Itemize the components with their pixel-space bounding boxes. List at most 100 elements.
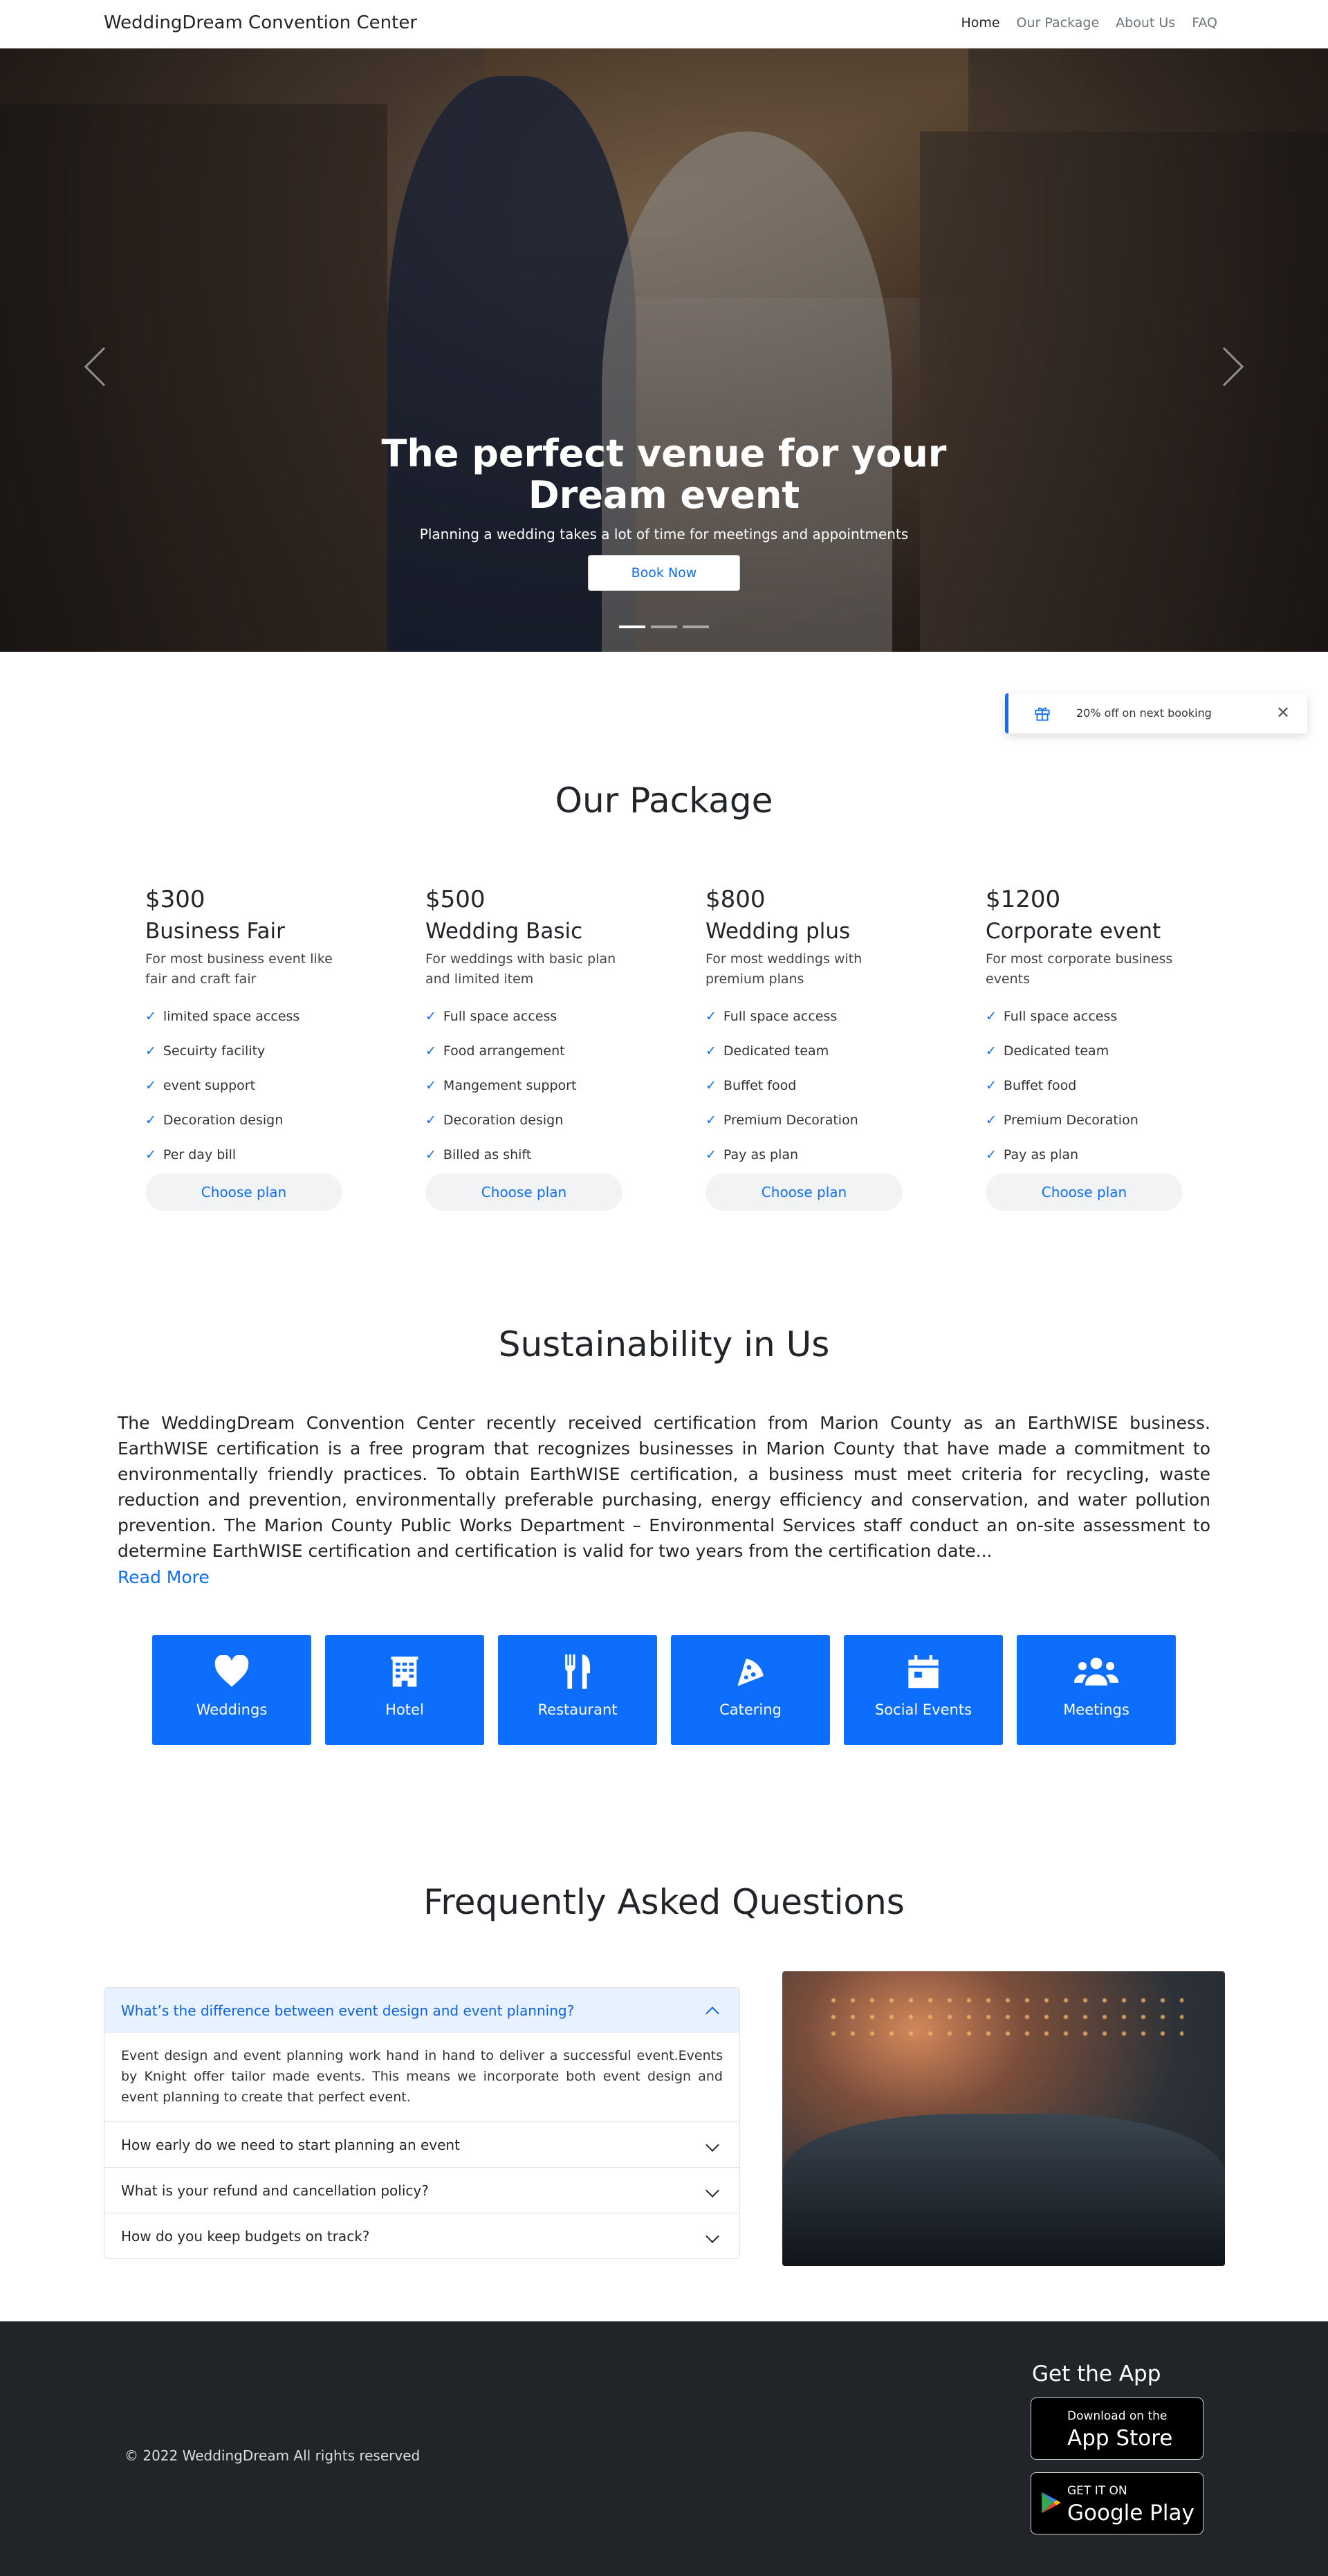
hero-caption: The perfect venue for your Dream event P… [0, 433, 1328, 591]
check-icon: ✓ [986, 1078, 997, 1093]
check-icon: ✓ [706, 1147, 717, 1162]
heart-icon [214, 1655, 249, 1687]
faq-question-button[interactable]: How early do we need to start planning a… [104, 2122, 739, 2167]
sustainability-text: The WeddingDream Convention Center recen… [118, 1413, 1210, 1561]
hero-title-line2: Dream event [528, 473, 800, 517]
check-icon: ✓ [706, 1009, 717, 1024]
check-icon: ✓ [145, 1147, 156, 1162]
package-name: Corporate event [986, 919, 1161, 944]
tile-hotel[interactable]: Hotel [325, 1635, 484, 1745]
choose-plan-button[interactable]: Choose plan [986, 1173, 1183, 1211]
chevron-down-icon [706, 2137, 719, 2152]
package-price: $300 [145, 886, 205, 913]
package-name: Business Fair [145, 919, 285, 944]
book-now-button[interactable]: Book Now [588, 555, 740, 591]
tile-restaurant[interactable]: Restaurant [498, 1635, 657, 1745]
nav-links: Home Our Package About Us FAQ [961, 15, 1217, 30]
navbar: WeddingDream Convention Center Home Our … [0, 0, 1328, 48]
feature-item: ✓ Decoration design [425, 1113, 564, 1128]
carousel-indicator-2[interactable] [651, 625, 677, 628]
faq-question: How do you keep budgets on track? [121, 2227, 370, 2245]
package-card-corporate-event: $1200 Corporate event For most corporate… [986, 886, 1193, 1211]
faq-item: How do you keep budgets on track? [104, 2213, 739, 2258]
tile-label: Hotel [385, 1701, 424, 1718]
google-play-icon [1042, 2492, 1061, 2513]
calendar-icon [908, 1655, 939, 1688]
nav-home[interactable]: Home [961, 15, 999, 30]
package-features: ✓ Full space access ✓ Dedicated team ✓ Buff… [986, 999, 1193, 1172]
feature-item: ✓ Dedicated team [706, 1043, 829, 1059]
utensils-icon [564, 1654, 590, 1689]
choose-plan-button[interactable]: Choose plan [706, 1173, 903, 1211]
feature-item: ✓ Pay as plan [986, 1147, 1079, 1162]
feature-item: ✓ event support [145, 1078, 256, 1093]
app-store-button[interactable]: Download on the App Store [1031, 2397, 1204, 2460]
package-desc: For most business event like fair and cr… [145, 951, 333, 987]
toast-message: 20% off on next booking [1076, 706, 1212, 720]
nav-faq[interactable]: FAQ [1192, 15, 1217, 30]
check-icon: ✓ [145, 1009, 156, 1024]
package-card-wedding-basic: $500 Wedding Basic For weddings with bas… [425, 886, 633, 1211]
crowd-silhouette [782, 2114, 1225, 2266]
choose-plan-button[interactable]: Choose plan [425, 1173, 622, 1211]
feature-item: ✓ Billed as shift [425, 1147, 532, 1162]
check-icon: ✓ [425, 1009, 436, 1024]
package-desc: For most corporate business events [986, 951, 1173, 987]
feature-item: ✓ Mangement support [425, 1078, 577, 1093]
google-play-small-text: GET IT ON [1067, 2484, 1127, 2498]
check-icon: ✓ [425, 1043, 436, 1059]
close-icon[interactable]: ✕ [1274, 704, 1292, 722]
gift-icon [1035, 707, 1050, 721]
package-name: Wedding plus [706, 919, 851, 944]
faq-question: What’s the difference between event desi… [121, 2002, 575, 2019]
tile-social-events[interactable]: Social Events [844, 1635, 1003, 1745]
package-card-business-fair: $300 Business Fair For most business eve… [145, 886, 353, 1211]
carousel-indicator-1[interactable] [619, 625, 645, 628]
chevron-down-icon [706, 2229, 719, 2243]
tile-label: Meetings [1063, 1701, 1129, 1718]
check-icon: ✓ [706, 1078, 717, 1093]
tile-catering[interactable]: Catering [671, 1635, 830, 1745]
tile-label: Social Events [874, 1701, 972, 1718]
nav-our-package[interactable]: Our Package [1017, 15, 1100, 30]
check-icon: ✓ [425, 1147, 436, 1162]
brand-logo[interactable]: WeddingDream Convention Center [104, 12, 417, 33]
feature-item: ✓ Decoration design [145, 1113, 284, 1128]
carousel-indicators [619, 625, 709, 628]
read-more-link[interactable]: Read More [118, 1567, 210, 1587]
copyright-text: © 2022 WeddingDream All rights reserved [124, 2447, 421, 2464]
google-play-button[interactable]: GET IT ON Google Play [1031, 2472, 1204, 2534]
package-desc: For most weddings with premium plans [706, 951, 863, 987]
package-price: $1200 [986, 886, 1061, 913]
faq-question: How early do we need to start planning a… [121, 2136, 460, 2153]
faq-question-button[interactable]: How do you keep budgets on track? [104, 2213, 739, 2258]
feature-item: ✓ Pay as plan [706, 1147, 799, 1162]
feature-item: ✓ Full space access [986, 1009, 1118, 1024]
concert-crowd-image [782, 1971, 1225, 2266]
package-features: ✓ limited space access ✓ Secuirty facility… [145, 999, 353, 1172]
feature-item: ✓ Full space access [706, 1009, 838, 1024]
carousel-indicator-3[interactable] [683, 625, 709, 628]
faq-question-button[interactable]: What is your refund and cancellation pol… [104, 2168, 739, 2213]
feature-item: ✓ Food arrangement [425, 1043, 565, 1059]
choose-plan-button[interactable]: Choose plan [145, 1173, 342, 1211]
faq-item: What’s the difference between event desi… [104, 1988, 739, 2121]
apple-icon [1042, 2413, 1070, 2444]
tile-label: Catering [719, 1701, 782, 1718]
tile-weddings[interactable]: Weddings [152, 1635, 311, 1745]
faq-question-button[interactable]: What’s the difference between event desi… [104, 1988, 739, 2033]
feature-item: ✓ Buffet food [706, 1078, 797, 1093]
hero-title-line1: The perfect venue for your [381, 432, 947, 475]
check-icon: ✓ [986, 1009, 997, 1024]
check-icon: ✓ [145, 1113, 156, 1128]
package-name: Wedding Basic [425, 919, 583, 944]
stage-lights [824, 1992, 1183, 2047]
faq-answer: Event design and event planning work han… [121, 2048, 723, 2105]
hero-carousel: The perfect venue for your Dream event P… [0, 48, 1328, 652]
feature-item: ✓ limited space access [145, 1009, 300, 1024]
chevron-down-icon [706, 2183, 719, 2198]
tile-meetings[interactable]: Meetings [1017, 1635, 1176, 1745]
hero-subtitle: Planning a wedding takes a lot of time f… [419, 526, 909, 542]
packages-title: Our Package [555, 780, 773, 821]
nav-about-us[interactable]: About Us [1116, 15, 1175, 30]
